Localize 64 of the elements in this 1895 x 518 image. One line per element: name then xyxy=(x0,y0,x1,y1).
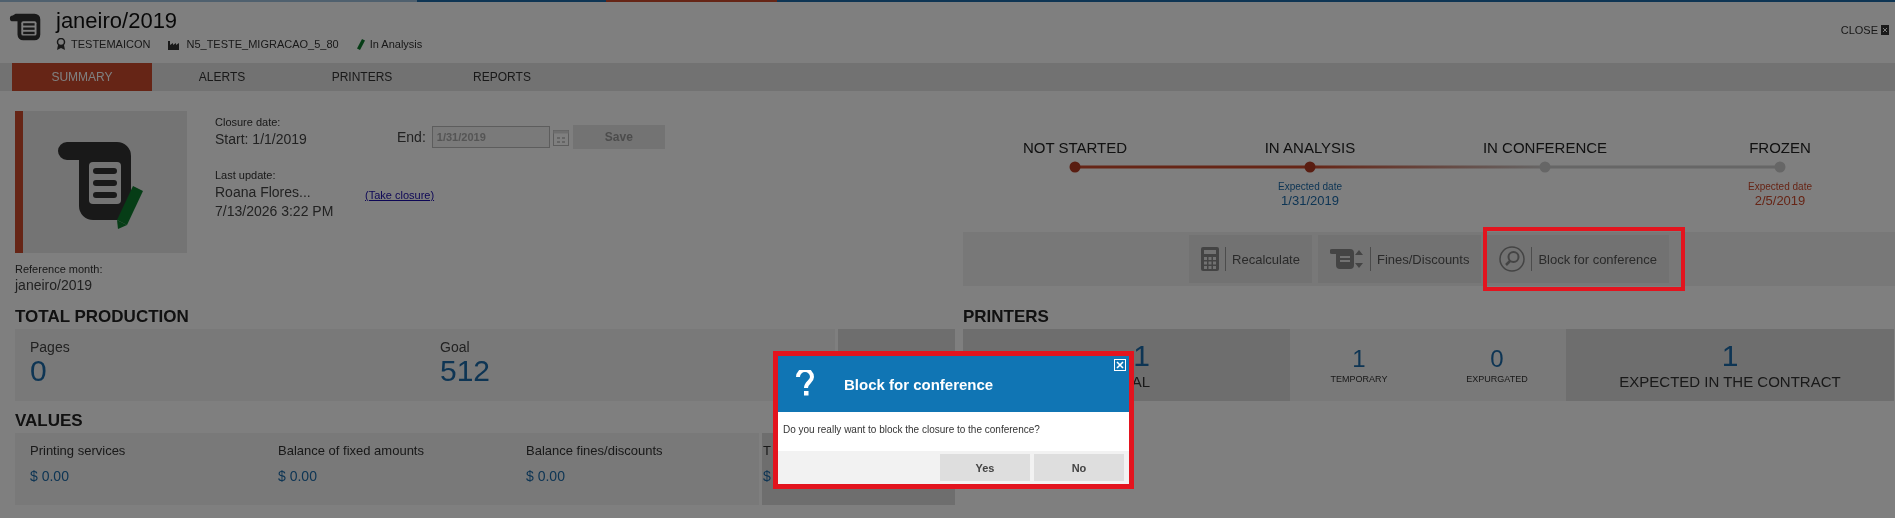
printer-count: 1 xyxy=(1133,339,1150,372)
last-update-label: Last update: xyxy=(215,169,277,181)
step-label: NOT STARTED xyxy=(1022,139,1128,156)
dialog-button[interactable]: Yes xyxy=(940,454,1030,481)
printer-count: 0 xyxy=(1490,346,1504,372)
expected-date: 2/5/2019 xyxy=(1754,193,1806,208)
reference-label: Reference month: xyxy=(15,263,104,275)
step-label: FROZEN xyxy=(1749,139,1811,156)
tab[interactable]: SUMMARY xyxy=(12,63,152,91)
tab[interactable]: REPORTS xyxy=(432,63,572,91)
update-time: 7/13/2026 3:22 PM xyxy=(215,203,335,219)
printer-count: 1 xyxy=(1721,339,1739,372)
pencil-icon xyxy=(356,38,365,50)
close-icon xyxy=(1881,25,1889,35)
action-button[interactable]: Fines/Discounts xyxy=(1317,235,1482,283)
start-date: Start: 1/1/2019 xyxy=(215,130,308,147)
scroll-arrows-icon xyxy=(1329,248,1364,270)
stat-value: 0 xyxy=(30,355,47,387)
section-title: PRINTERS xyxy=(963,306,1049,328)
value-label: Balance fines/discounts xyxy=(526,443,663,458)
action-button[interactable]: Block for conference xyxy=(1487,235,1669,283)
take-closure-link[interactable]: (Take closure) xyxy=(365,189,435,201)
expected-label: Expected date xyxy=(1278,181,1342,192)
tab[interactable]: ALERTS xyxy=(152,63,292,91)
value-amount: $ xyxy=(763,468,771,484)
calculator-icon xyxy=(1201,247,1220,271)
close-icon[interactable] xyxy=(1114,359,1126,371)
stat-label: Goal xyxy=(440,339,470,355)
meta-label: N5_TESTE_MIGRACAO_5_80 xyxy=(186,38,339,50)
closure-label: Closure date: xyxy=(215,115,282,128)
value-label: Balance of fixed amounts xyxy=(278,443,424,458)
section-title: VALUES xyxy=(15,410,83,432)
search-icon xyxy=(1499,246,1526,272)
award-icon xyxy=(56,38,66,50)
printer-label: TEMPORARY xyxy=(1330,373,1388,384)
section-title: TOTAL PRODUCTION xyxy=(15,306,189,328)
step-label: IN ANALYSIS xyxy=(1264,139,1356,156)
printer-label: EXPECTED IN THE CONTRACT xyxy=(1619,373,1841,391)
question-icon xyxy=(796,370,814,398)
value-label: Printing services xyxy=(30,443,126,458)
expected-label: Expected date xyxy=(1748,181,1812,192)
dialog-title: Block for conference xyxy=(844,375,994,393)
factory-icon xyxy=(168,38,182,50)
end-label: End: xyxy=(397,129,426,145)
value-amount: $ 0.00 xyxy=(526,468,565,484)
value-label: T xyxy=(763,443,771,458)
dialog-message: Do you really want to block the closure to the conference? xyxy=(782,423,1041,437)
printer-count: 1 xyxy=(1352,346,1366,372)
printer-label: EXPURGATED xyxy=(1466,373,1528,384)
stat-value: 512 xyxy=(440,355,491,387)
tab[interactable]: PRINTERS xyxy=(292,63,432,91)
reference-value: janeiro/2019 xyxy=(15,277,94,293)
action-button[interactable]: Recalculate xyxy=(1189,235,1312,283)
stat-label: Pages xyxy=(30,339,70,355)
meta-label: TESTEMAICON xyxy=(71,38,151,50)
value-amount: $ 0.00 xyxy=(278,468,317,484)
close-button[interactable]: CLOSE xyxy=(1840,24,1889,36)
page-title: janeiro/2019 xyxy=(56,8,179,34)
expected-date: 1/31/2019 xyxy=(1281,193,1339,208)
user-name: Roana Flores... xyxy=(215,184,312,200)
meta-label: In Analysis xyxy=(369,38,423,50)
step-label: IN CONFERENCE xyxy=(1482,139,1608,156)
value-amount: $ 0.00 xyxy=(30,468,69,484)
dialog-button[interactable]: No xyxy=(1034,454,1124,481)
